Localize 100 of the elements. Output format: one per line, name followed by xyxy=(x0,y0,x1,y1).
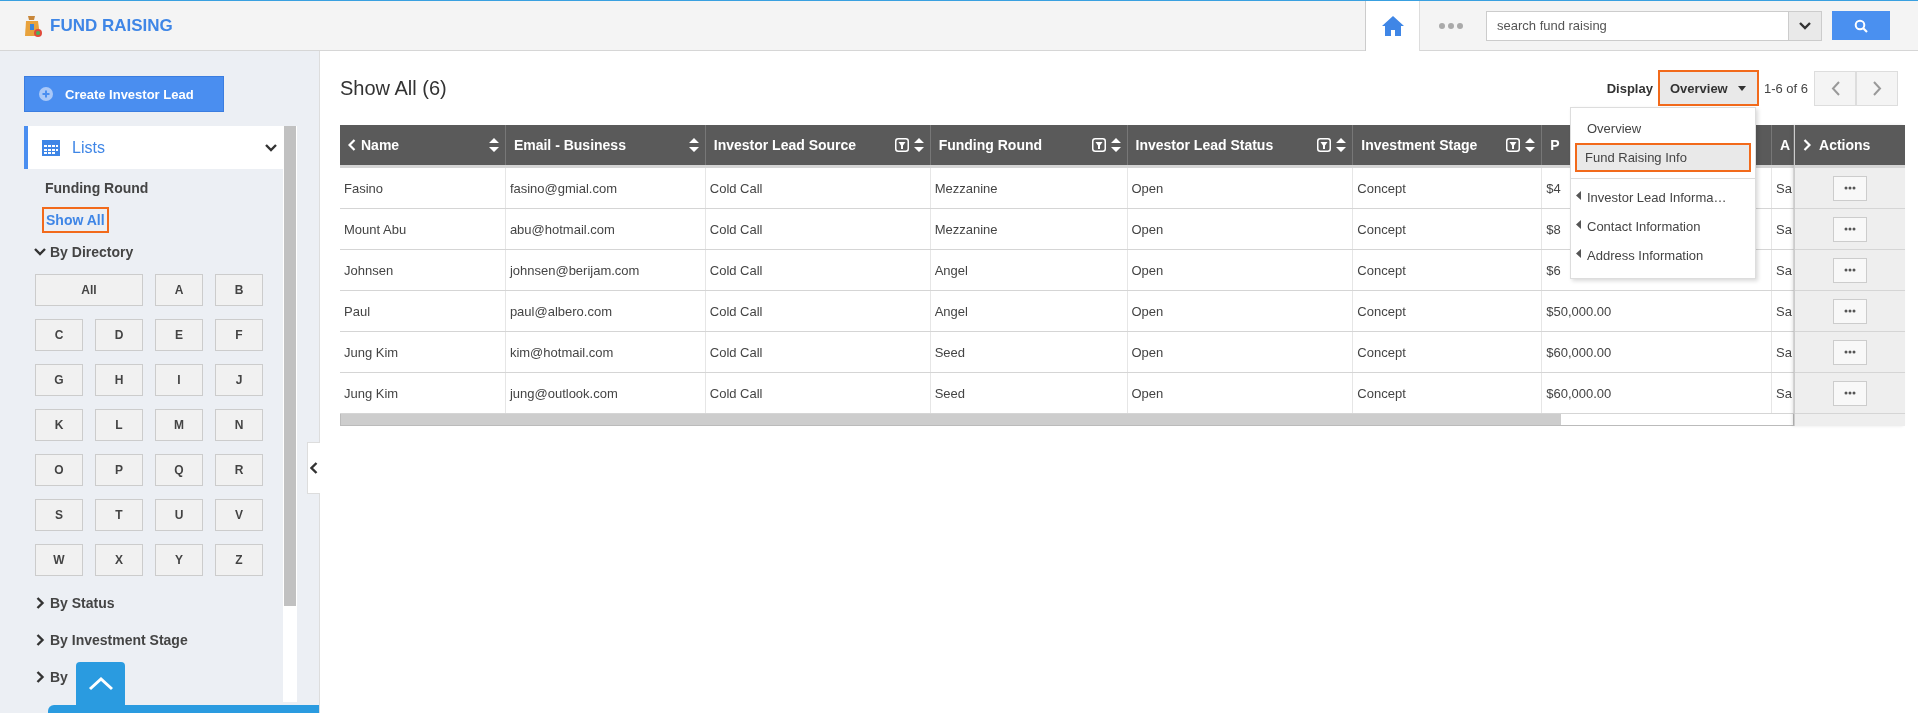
letter-button[interactable]: E xyxy=(155,319,203,351)
dropdown-button[interactable] xyxy=(1788,10,1822,41)
menu-item[interactable]: Overview xyxy=(1575,114,1751,143)
column-header[interactable]: Investor Lead Status xyxy=(1135,137,1274,153)
table-cell: Cold Call xyxy=(709,221,763,237)
chevron-left-icon xyxy=(1830,80,1840,96)
column-header[interactable]: Name xyxy=(361,137,400,153)
menu-item[interactable]: Fund Raising Info xyxy=(1575,143,1751,172)
letter-button[interactable]: J xyxy=(215,364,263,396)
chevron-left-icon[interactable] xyxy=(348,139,356,151)
column-header[interactable]: A xyxy=(1780,137,1791,153)
dots-icon xyxy=(1439,22,1463,29)
letter-button[interactable]: N xyxy=(215,409,263,441)
sort-icon[interactable] xyxy=(913,138,924,152)
menu-item[interactable]: Contact Information xyxy=(1575,212,1751,241)
menu-item[interactable]: Address Information xyxy=(1575,241,1751,270)
letter-button[interactable]: G xyxy=(35,364,83,396)
letter-button[interactable]: Q xyxy=(155,454,203,486)
search-icon xyxy=(1854,18,1868,33)
letter-button[interactable]: V xyxy=(215,499,263,531)
letter-button[interactable]: T xyxy=(95,499,143,531)
search-button[interactable] xyxy=(1832,11,1890,40)
scrollbar[interactable] xyxy=(283,126,297,702)
group-toggle[interactable]: By Status xyxy=(34,593,283,613)
letter-button[interactable]: All xyxy=(35,274,143,306)
table-cell: $6 xyxy=(1546,262,1561,278)
sort-icon[interactable] xyxy=(688,138,699,152)
filter-icon[interactable] xyxy=(1317,138,1332,152)
table-cell: Paul xyxy=(344,303,371,319)
letter-button[interactable]: A xyxy=(155,274,203,306)
letter-button[interactable]: I xyxy=(155,364,203,396)
letter-button[interactable]: K xyxy=(35,409,83,441)
letter-button[interactable]: D xyxy=(95,319,143,351)
table-cell: Open xyxy=(1131,262,1164,278)
table-cell: Cold Call xyxy=(709,344,763,360)
filter-icon[interactable] xyxy=(1506,138,1521,152)
group-toggle[interactable]: By Directory xyxy=(34,242,283,262)
table-cell: Concept xyxy=(1357,303,1406,319)
horizontal-scrollbar[interactable] xyxy=(340,414,1795,426)
letter-button[interactable]: U xyxy=(155,499,203,531)
table-cell: Jung Kim xyxy=(344,385,399,401)
table-cell: Cold Call xyxy=(709,180,763,196)
column-header[interactable]: Email - Business xyxy=(513,137,626,153)
dots-icon xyxy=(1844,391,1857,395)
collapse-sidebar-button[interactable] xyxy=(307,442,320,494)
filter-icon[interactable] xyxy=(1091,138,1106,152)
sort-icon[interactable] xyxy=(1336,138,1347,152)
letter-button[interactable]: X xyxy=(95,544,143,576)
bag-icon xyxy=(24,13,42,38)
group-toggle[interactable]: By xyxy=(34,667,283,687)
column-header[interactable]: Funding Round xyxy=(938,137,1043,153)
menu-item[interactable]: Investor Lead Informa… xyxy=(1575,183,1751,212)
table-cell: Johnsen xyxy=(344,262,394,278)
column-header[interactable]: Investor Lead Source xyxy=(713,137,857,153)
table-cell: Concept xyxy=(1357,221,1406,237)
letter-button[interactable]: R xyxy=(215,454,263,486)
letter-button[interactable]: L xyxy=(95,409,143,441)
search-field[interactable]: search fund raising xyxy=(1486,10,1788,41)
table-cell: Sa xyxy=(1776,303,1792,319)
table-cell: Cold Call xyxy=(709,262,763,278)
letter-button[interactable]: H xyxy=(95,364,143,396)
letter-button[interactable]: Y xyxy=(155,544,203,576)
column-header[interactable]: Actions xyxy=(1819,137,1871,153)
scroll-top-button[interactable] xyxy=(76,662,125,705)
list-item[interactable]: Funding Round xyxy=(45,176,149,200)
table-cell: johnsen@berijam.com xyxy=(509,262,640,278)
column-header[interactable]: P xyxy=(1550,137,1560,153)
letter-button[interactable]: B xyxy=(215,274,263,306)
table-cell: Fasino xyxy=(344,180,384,196)
chevron-down-icon xyxy=(1799,21,1811,30)
home-button[interactable] xyxy=(1365,0,1420,51)
lists-header[interactable]: Lists xyxy=(24,126,283,169)
table-cell: Seed xyxy=(934,385,965,401)
sort-icon[interactable] xyxy=(1110,138,1121,152)
table-cell: kim@hotmail.com xyxy=(509,344,614,360)
letter-button[interactable]: M xyxy=(155,409,203,441)
table-cell: Sa xyxy=(1776,262,1792,278)
letter-button[interactable]: P xyxy=(95,454,143,486)
triangle-icon xyxy=(1576,220,1581,229)
letter-button[interactable]: Z xyxy=(215,544,263,576)
sort-icon[interactable] xyxy=(1525,138,1536,152)
chevron-left-icon xyxy=(310,462,318,474)
table-cell: Angel xyxy=(934,303,968,319)
letter-button[interactable]: W xyxy=(35,544,83,576)
chevron-right-icon[interactable] xyxy=(1803,139,1812,151)
sort-icon[interactable] xyxy=(488,138,499,152)
chevron-up-icon xyxy=(87,676,114,691)
table-cell: jung@outlook.com xyxy=(509,385,618,401)
display-dropdown[interactable]: Overview xyxy=(1657,70,1759,106)
table-cell: Cold Call xyxy=(709,385,763,401)
letter-button[interactable]: S xyxy=(35,499,83,531)
display-label: Display xyxy=(1606,80,1653,96)
table-cell: Open xyxy=(1131,221,1164,237)
letter-button[interactable]: C xyxy=(35,319,83,351)
group-toggle[interactable]: By Investment Stage xyxy=(34,630,283,650)
column-header[interactable]: Investment Stage xyxy=(1361,137,1478,153)
letter-button[interactable]: F xyxy=(215,319,263,351)
filter-icon[interactable] xyxy=(894,138,909,152)
table-cell: Sa xyxy=(1776,385,1792,401)
letter-button[interactable]: O xyxy=(35,454,83,486)
